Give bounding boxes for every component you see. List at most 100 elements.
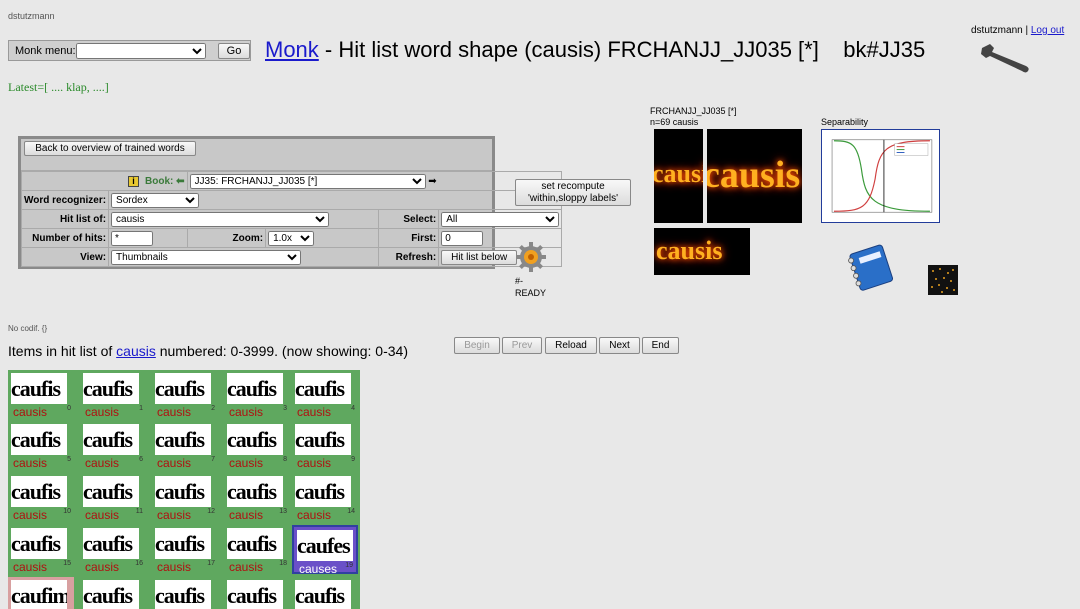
next-button[interactable]: Next <box>599 337 640 354</box>
select-filter[interactable]: All <box>441 211 560 227</box>
wrench-icon[interactable] <box>978 40 1032 74</box>
hit-thumbnail[interactable]: caufis causis 7 <box>152 421 218 470</box>
word-image[interactable]: caufes <box>297 530 353 561</box>
hit-thumbnail[interactable]: caufis causis 8 <box>224 421 290 470</box>
reload-button[interactable]: Reload <box>545 337 597 354</box>
point-cloud-thumb[interactable] <box>928 265 958 295</box>
prev-button[interactable]: Prev <box>502 337 542 354</box>
word-image[interactable]: caufis <box>83 424 139 455</box>
hit-index: 15 <box>63 560 71 567</box>
word-image[interactable]: caufis <box>295 580 351 609</box>
hit-index: 17 <box>207 560 215 567</box>
word-image[interactable]: caufis <box>11 528 67 559</box>
point-cloud-icon <box>931 268 955 293</box>
word-image[interactable]: caufis <box>295 476 351 507</box>
hit-thumbnail[interactable]: caufis causis 18 <box>224 525 290 574</box>
hit-thumbnail[interactable]: caufis causis 16 <box>80 525 146 574</box>
hit-thumbnail[interactable]: caufes causes 19 <box>292 525 358 576</box>
go-button[interactable]: Go <box>218 43 250 59</box>
view-select[interactable]: Thumbnails <box>111 249 302 265</box>
status-text: #- READY <box>515 276 547 298</box>
hit-thumbnail[interactable]: caufis <box>152 577 218 609</box>
hit-list-select[interactable]: causis <box>111 211 330 227</box>
word-image[interactable]: caufis <box>83 580 139 609</box>
info-icon[interactable]: i <box>128 175 139 187</box>
heatmap-thumb[interactable]: causis <box>707 129 802 223</box>
gear-icon <box>516 242 546 272</box>
word-image[interactable]: caufis <box>155 424 211 455</box>
hit-thumbnail[interactable]: caufis causis 10 <box>8 473 74 522</box>
hit-thumbnail[interactable]: caufis causis 0 <box>8 370 74 419</box>
hit-index: 11 <box>135 508 143 515</box>
hit-thumbnail[interactable]: caufis causis 1 <box>80 370 146 419</box>
word-recognizer-select[interactable]: Sordex <box>111 192 200 208</box>
causis-word-link[interactable]: causis <box>116 343 156 359</box>
word-image[interactable]: caufis <box>295 424 351 455</box>
number-of-hits-input[interactable] <box>111 230 154 246</box>
word-image[interactable]: caufis <box>155 373 211 404</box>
word-image[interactable]: caufis <box>227 424 283 455</box>
word-image[interactable]: caufis <box>83 476 139 507</box>
back-to-overview-button[interactable]: Back to overview of trained words <box>24 141 196 156</box>
monk-menu-select[interactable] <box>76 43 206 59</box>
hit-index: 18 <box>279 560 287 567</box>
heatmap-thumb[interactable]: causis <box>654 129 703 223</box>
word-image[interactable]: caufis <box>155 580 211 609</box>
hit-thumbnail[interactable]: caufis causis 14 <box>292 473 358 522</box>
hit-thumbnail[interactable]: caufis causis 15 <box>8 525 74 574</box>
logout-link[interactable]: Log out <box>1031 25 1064 36</box>
hit-thumbnail[interactable]: caufis causis 11 <box>80 473 146 522</box>
monk-home-link[interactable]: Monk <box>265 37 319 62</box>
hit-thumbnail[interactable]: caufis causis 5 <box>8 421 74 470</box>
notebook-icon[interactable] <box>842 243 898 291</box>
hit-list-label: Hit list of: <box>20 209 110 229</box>
word-image[interactable]: caufis <box>227 580 283 609</box>
hit-thumbnail[interactable]: caufis causis 4 <box>292 370 358 419</box>
separability-plot[interactable] <box>821 129 940 223</box>
word-image[interactable]: caufis <box>11 476 67 507</box>
first-label: First: <box>377 228 440 248</box>
hit-thumbnail[interactable]: caufim <box>8 577 74 609</box>
word-image[interactable]: caufis <box>11 424 67 455</box>
zoom-select[interactable]: 1.0x <box>268 230 315 246</box>
first-input[interactable] <box>441 230 484 246</box>
word-image[interactable]: caufis <box>155 476 211 507</box>
hit-thumbnail[interactable]: caufis <box>80 577 146 609</box>
heatmap-thumb[interactable]: causis <box>654 228 750 275</box>
word-image[interactable]: caufis <box>295 373 351 404</box>
word-image[interactable]: caufim <box>11 580 67 609</box>
hit-thumbnail[interactable]: caufis causis 3 <box>224 370 290 419</box>
hit-label: causis <box>157 560 192 574</box>
set-recompute-button[interactable]: set recompute'within,sloppy labels' <box>515 179 631 206</box>
end-button[interactable]: End <box>642 337 679 354</box>
hit-thumbnail[interactable]: caufis causis 6 <box>80 421 146 470</box>
word-image[interactable]: caufis <box>227 476 283 507</box>
word-image[interactable]: caufis <box>155 528 211 559</box>
hit-thumbnail[interactable]: caufis causis 13 <box>224 473 290 522</box>
hit-thumbnail[interactable]: caufis causis 2 <box>152 370 218 419</box>
hit-index: 0 <box>67 405 71 412</box>
hit-index: 6 <box>139 456 143 463</box>
select-label: Select: <box>377 209 440 229</box>
word-image[interactable]: caufis <box>11 373 67 404</box>
word-image[interactable]: caufis <box>83 528 139 559</box>
prev-book-arrow-icon[interactable]: ⬅ <box>176 176 184 187</box>
hit-index: 9 <box>351 456 355 463</box>
book-select[interactable]: JJ35: FRCHANJJ_JJ035 [*] <box>189 173 426 189</box>
hit-thumbnail[interactable]: caufis <box>292 577 358 609</box>
hit-thumbnail[interactable]: caufis causis 17 <box>152 525 218 574</box>
begin-button[interactable]: Begin <box>454 337 500 354</box>
hit-thumbnail[interactable]: caufis causis 12 <box>152 473 218 522</box>
word-image[interactable]: caufis <box>227 373 283 404</box>
hit-list-below-button[interactable]: Hit list below <box>441 249 518 265</box>
hit-thumbnail-grid: caufis causis 0 caufis causis 1 caufis causis 2 c… <box>8 370 360 609</box>
hit-list-summary: Items in hit list of causis numbered: 0-… <box>8 343 408 359</box>
hit-thumbnail[interactable]: caufis causis 9 <box>292 421 358 470</box>
hit-thumbnail[interactable]: caufis <box>224 577 290 609</box>
hit-index: 3 <box>283 405 287 412</box>
word-image[interactable]: caufis <box>83 373 139 404</box>
word-image[interactable]: caufis <box>227 528 283 559</box>
latest-labels: Latest=[ .... klap, ....] <box>8 80 109 94</box>
hit-label: causis <box>157 456 192 470</box>
next-book-arrow-icon[interactable]: ➡ <box>428 176 436 187</box>
